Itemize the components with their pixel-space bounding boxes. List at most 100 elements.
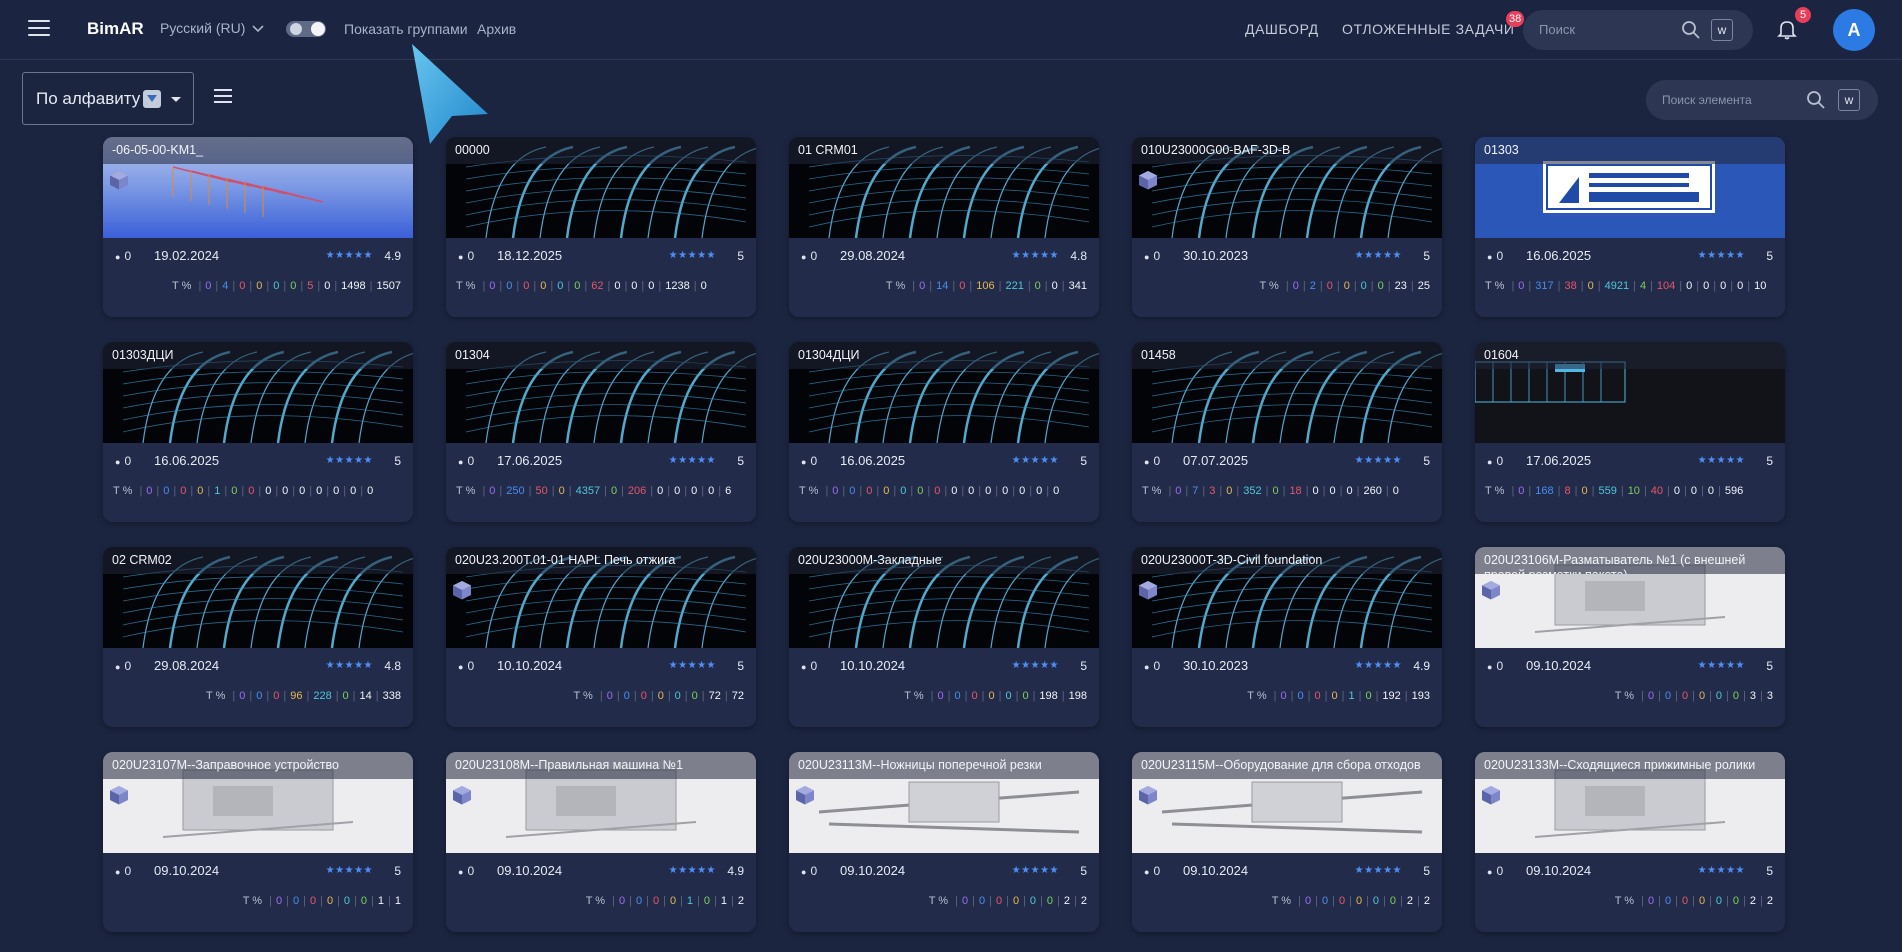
element-card[interactable]: 020U23113M--Ножницы поперечной резки 0 09.… — [789, 752, 1099, 932]
search-icon[interactable] — [1806, 90, 1826, 110]
user-avatar[interactable]: A — [1833, 9, 1875, 51]
element-card[interactable]: 01304 0 17.06.2025 ★★★★★ 5 T % |0|250|50|0|43… — [446, 342, 756, 522]
element-search-input[interactable]: Поиск элемента — [1662, 93, 1752, 107]
deferred-tasks-link[interactable]: ОТЛОЖЕННЫЕ ЗАДАЧИ — [1342, 21, 1515, 37]
stat-value: 0 — [606, 690, 613, 702]
card-date: 19.02.2024 — [154, 248, 220, 263]
card-title: 020U23107M--Заправочное устройство — [103, 752, 413, 779]
stat-value: 1 — [377, 895, 385, 907]
menu-icon[interactable] — [28, 20, 50, 38]
card-stats: T % | 0 | 0 | 0 | 0 | 0 | 0 | 3 | 3 — [1614, 690, 1773, 702]
stat-value: 0 — [282, 485, 289, 497]
card-meta: 0 09.10.2024 ★★★★★ 5 T % |0|0|0|0|0|0|3|3 — [1475, 648, 1785, 727]
stat-value: 0 — [265, 485, 272, 497]
dashboard-link[interactable]: ДАШБОРД — [1245, 21, 1319, 37]
stat-value: 0 — [1703, 280, 1710, 292]
stat-value: 1 — [1348, 690, 1355, 702]
element-card[interactable]: 020U23107M--Заправочное устройство 0 09.10… — [103, 752, 413, 932]
element-card[interactable]: 020U23108M--Правильная машина №1 0 09.10.2… — [446, 752, 756, 932]
stat-value: 0 — [900, 485, 907, 497]
chevron-down-icon[interactable] — [250, 20, 266, 36]
card-title: 020U23106M-Разматыватель №1 (с внешней п… — [1475, 547, 1785, 574]
search-icon[interactable] — [1681, 20, 1701, 40]
brand-logo[interactable]: BimAR — [87, 19, 144, 39]
stat-value: 0 — [489, 280, 496, 292]
rating-value: 5 — [1766, 454, 1773, 468]
stat-value: 0 — [1346, 485, 1353, 497]
stat-value: 0 — [273, 280, 280, 292]
card-stats: T % | 0 | 0 | 0 | 0 | 0 | 0 | 62 | 0 | 0 | 0 | 1238 | 0 — [456, 280, 707, 292]
stat-value: 0 — [205, 280, 212, 292]
rating-value: 4.8 — [1070, 249, 1087, 263]
bell-icon[interactable] — [1776, 18, 1798, 40]
archive-link[interactable]: Архив — [477, 21, 516, 37]
wildcard-toggle[interactable]: w — [1838, 89, 1860, 111]
card-meta: 0 10.10.2024 ★★★★★ 5 T % |0|0|0|0|0|0|72|72 — [446, 648, 756, 727]
stat-value: 0 — [708, 485, 715, 497]
stat-value: 0 — [1737, 280, 1744, 292]
stat-value: 0 — [1681, 690, 1689, 702]
stat-value: 0 — [937, 690, 944, 702]
stat-value: T — [1614, 690, 1622, 702]
element-card[interactable]: 01604 0 17.06.2025 ★★★★★ 5 T % |0|168|8|0|559… — [1475, 342, 1785, 522]
stat-value: % — [938, 895, 949, 907]
stat-value: % — [1624, 895, 1635, 907]
rating-value: 5 — [1766, 864, 1773, 878]
stat-value: 0 — [1005, 690, 1012, 702]
element-card[interactable]: 020U23106M-Разматыватель №1 (с внешней п… — [1475, 547, 1785, 727]
rating-value: 4.8 — [384, 659, 401, 673]
element-card[interactable]: 01304ДЦИ 0 16.06.2025 ★★★★★ 5 T % |0|0|0|0|0|… — [789, 342, 1099, 522]
stat-value: 341 — [1068, 280, 1087, 292]
stat-value: 0 — [1355, 895, 1363, 907]
card-title: 01303ДЦИ — [103, 342, 413, 369]
user-count: 0 — [115, 659, 131, 673]
stat-value: 0 — [1673, 485, 1681, 497]
card-stats: T % | 0 | 317 | 38 | 0 | 4921 | 4 | 104 | 0 | 0 | 0 | 0 | 10 — [1485, 280, 1767, 292]
stat-value: 0 — [1372, 895, 1380, 907]
element-card[interactable]: 010U23000G00-BAF-3D-B 0 30.10.2023 ★★★★★ 5 T … — [1132, 137, 1442, 317]
rating-stars-icon: ★★★★★ — [1697, 660, 1745, 671]
element-search[interactable]: Поиск элемента w — [1646, 80, 1878, 120]
stat-value: 0 — [1002, 485, 1009, 497]
sort-select[interactable]: По алфавиту — [22, 72, 194, 125]
rating-stars-icon: ★★★★★ — [668, 455, 716, 466]
card-stats: T % | 0 | 0 | 0 | 0 | 0 | 0 | 2 | 2 — [1271, 895, 1430, 907]
card-date: 07.07.2025 — [1183, 453, 1249, 468]
stat-value: 0 — [1360, 280, 1367, 292]
stat-value: 0 — [256, 280, 263, 292]
3d-model-icon — [453, 786, 471, 805]
stat-value: 2 — [1749, 895, 1757, 907]
stat-value: 0 — [256, 690, 263, 702]
theme-toggle[interactable] — [286, 21, 326, 37]
global-search[interactable]: Поиск w — [1523, 10, 1753, 50]
card-stats: T % | 0 | 0 | 0 | 0 | 1 | 0 | 192 | 193 — [1247, 690, 1430, 702]
rating-value: 5 — [737, 454, 744, 468]
list-view-icon[interactable] — [214, 89, 232, 105]
search-input[interactable]: Поиск — [1539, 22, 1575, 37]
stat-value: 14 — [359, 690, 372, 702]
rating-value: 5 — [737, 249, 744, 263]
element-card[interactable]: 020U23000M-Закладные 0 10.10.2024 ★★★★★ 5 T %… — [789, 547, 1099, 727]
element-card[interactable]: 00000018.12.2025★★★★★5T % |0|0|0|0|0|0|6… — [446, 137, 756, 317]
stat-value: 0 — [1343, 280, 1350, 292]
user-count: 0 — [1144, 249, 1160, 263]
element-card[interactable]: 020U23000T-3D-Civil foundation 0 30.10.202… — [1132, 547, 1442, 727]
element-card[interactable]: 01 CRM01 0 29.08.2024 ★★★★★ 4.8 T % |0|14|0|1… — [789, 137, 1099, 317]
element-card[interactable]: 02 CRM02 0 29.08.2024 ★★★★★ 4.8 T % |0|0|0|96… — [103, 547, 413, 727]
stat-value: 0 — [324, 280, 331, 292]
element-card[interactable]: 01303ДЦИ 0 16.06.2025 ★★★★★ 5 T % |0|0|0|0|1|… — [103, 342, 413, 522]
sort-select-label: По алфавиту — [36, 89, 141, 108]
stat-value: 0 — [1681, 895, 1689, 907]
card-title: 01458 — [1132, 342, 1442, 369]
element-card[interactable]: 01303016.06.2025★★★★★5T % |0|317|38|0|49… — [1475, 137, 1785, 317]
rating-value: 5 — [1766, 249, 1773, 263]
element-card[interactable]: 020U23.200T.01-01 HAPL Печь отжига 0 10.10… — [446, 547, 756, 727]
language-selector[interactable]: Русский (RU) — [160, 20, 245, 36]
show-groups-link[interactable]: Показать группами — [344, 21, 468, 37]
element-card[interactable]: 01458 0 07.07.2025 ★★★★★ 5 T % |0|7|3|0|352|0… — [1132, 342, 1442, 522]
stat-value: 0 — [1312, 485, 1319, 497]
wildcard-toggle[interactable]: w — [1711, 19, 1733, 41]
element-card[interactable]: -06-05-00-KM1_ 0 19.02.2024 ★★★★★ 4.9 T % |0|… — [103, 137, 413, 317]
element-card[interactable]: 020U23133M--Сходящиеся прижимные ролики 0… — [1475, 752, 1785, 932]
element-card[interactable]: 020U23115M--Оборудование для сбора отход… — [1132, 752, 1442, 932]
